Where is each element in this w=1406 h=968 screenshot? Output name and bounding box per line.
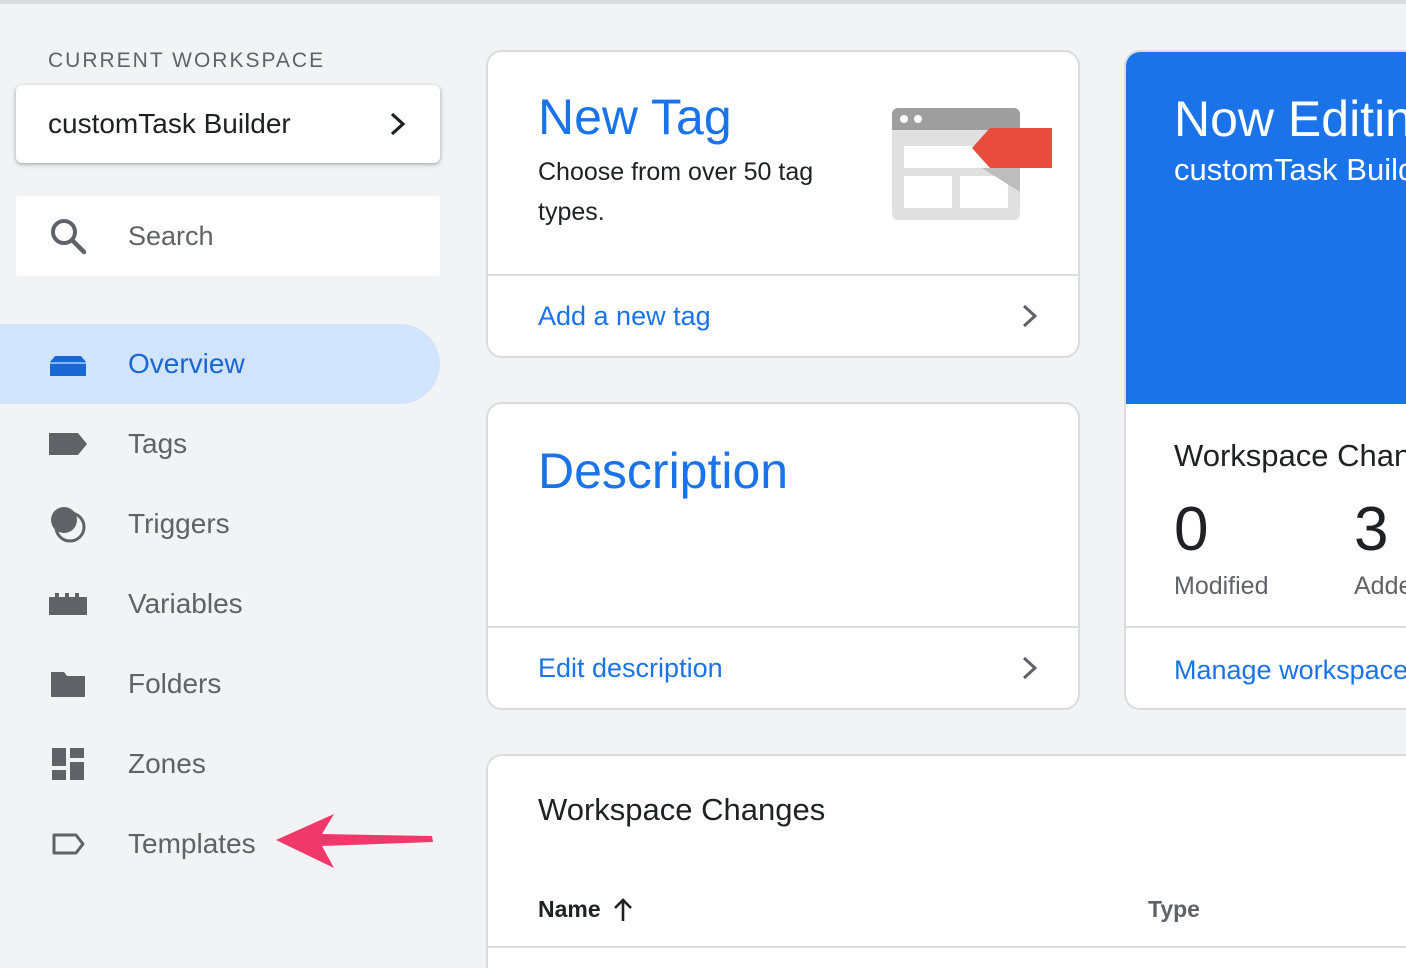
sidebar-item-variables[interactable]: Variables — [0, 564, 440, 644]
arrow-up-icon — [613, 897, 632, 921]
top-divider — [0, 0, 1406, 4]
now-editing-workspace: customTask Builder — [1174, 152, 1406, 187]
workspace-changes-card: Workspace Changes Name Type — [486, 754, 1406, 968]
now-editing-banner: Now Editing customTask Builder — [1126, 52, 1406, 404]
edit-description-link[interactable]: Edit description — [488, 626, 1078, 708]
search-icon — [51, 219, 87, 255]
modified-label: Modified — [1174, 572, 1269, 600]
search-box[interactable] — [16, 196, 440, 276]
sidebar-item-triggers[interactable]: Triggers — [0, 484, 440, 564]
search-input[interactable] — [128, 220, 428, 252]
sidebar-item-label: Templates — [128, 828, 256, 859]
workspace-selector[interactable]: customTask Builder — [16, 85, 440, 163]
now-editing-title: Now Editing — [1174, 91, 1406, 147]
sidebar-item-tags[interactable]: Tags — [0, 404, 440, 484]
description-card: Description Edit description — [486, 402, 1080, 710]
tag-illustration-icon — [892, 108, 1052, 220]
sidebar-item-label: Overview — [128, 348, 245, 379]
sidebar-item-label: Tags — [128, 428, 188, 459]
sidebar-item-label: Folders — [128, 668, 222, 699]
manage-workspaces-label: Manage workspaces — [1174, 654, 1406, 685]
annotation-arrow-icon — [276, 814, 433, 868]
column-header-name[interactable]: Name — [538, 896, 635, 923]
added-label: Added — [1354, 572, 1406, 600]
added-count: 3 — [1354, 495, 1389, 564]
sidebar-item-overview[interactable]: Overview — [0, 324, 440, 404]
column-name-label: Name — [538, 896, 601, 922]
folder-icon — [48, 664, 88, 704]
sidebar-item-folders[interactable]: Folders — [0, 644, 440, 724]
tag-icon — [48, 424, 88, 464]
chevron-right-icon — [390, 112, 406, 136]
edit-description-label: Edit description — [538, 652, 723, 683]
chevron-right-icon — [1022, 304, 1038, 328]
add-new-tag-link[interactable]: Add a new tag — [488, 274, 1078, 356]
chevron-right-icon — [1022, 656, 1038, 680]
modified-count: 0 — [1174, 495, 1209, 564]
zones-icon — [48, 744, 88, 784]
column-header-type[interactable]: Type — [1148, 896, 1200, 923]
sidebar-item-label: Triggers — [128, 508, 230, 539]
add-new-tag-label: Add a new tag — [538, 300, 711, 331]
sidebar-item-zones[interactable]: Zones — [0, 724, 440, 804]
description-title: Description — [538, 443, 789, 499]
now-editing-card: Now Editing customTask Builder Workspace… — [1124, 50, 1406, 710]
manage-workspaces-link[interactable]: Manage workspaces — [1126, 626, 1406, 708]
workspace-label: CURRENT WORKSPACE — [48, 49, 326, 72]
sidebar-item-label: Zones — [128, 748, 206, 779]
sidebar-item-label: Variables — [128, 588, 243, 619]
variables-icon — [48, 584, 88, 624]
workspace-changes-summary-title: Workspace Changes — [1174, 438, 1406, 473]
templates-icon — [48, 824, 88, 864]
workspace-name: customTask Builder — [48, 108, 291, 139]
table-header-divider — [488, 946, 1406, 948]
overview-icon — [48, 344, 88, 384]
new-tag-title[interactable]: New Tag — [538, 88, 732, 146]
workspace-changes-title: Workspace Changes — [538, 792, 826, 827]
new-tag-subtitle: Choose from over 50 tag types. — [538, 158, 814, 226]
new-tag-card: New Tag Choose from over 50 tag types. A… — [486, 50, 1080, 358]
sidebar-nav: Overview Tags Triggers Variables Folders… — [0, 324, 440, 884]
trigger-icon — [48, 504, 88, 544]
